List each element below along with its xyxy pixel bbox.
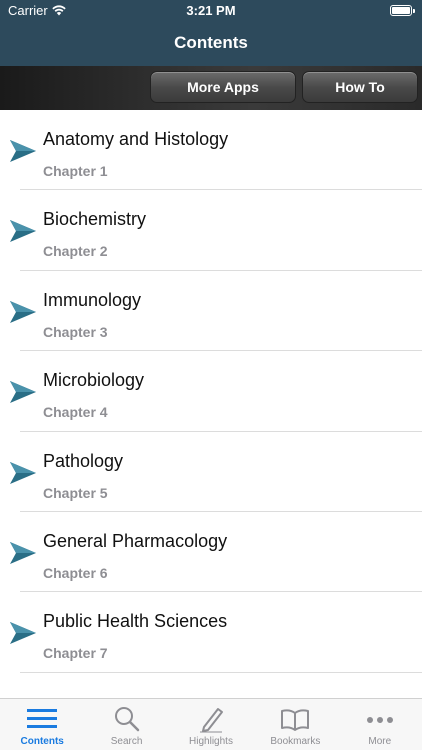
book-icon <box>281 709 310 731</box>
chapter-title: Anatomy and Histology <box>43 129 229 149</box>
chapter-title: Microbiology <box>43 370 145 391</box>
chapter-title: Public Health Sciences <box>43 611 228 632</box>
chapter-subtitle: Chapter 3 <box>43 323 108 340</box>
chapter-subtitle: Chapter 4 <box>43 404 108 421</box>
arrow-icon <box>10 461 36 484</box>
battery-icon <box>390 5 415 16</box>
chapter-title: Biochemistry <box>43 209 147 230</box>
list-item-chapter-6[interactable]: General Pharmacology Chapter 6 <box>0 512 422 593</box>
tab-bar: Contents Search Highlights Bookmarks Mor… <box>0 698 422 750</box>
pencil-icon <box>199 708 223 733</box>
tab-label: Bookmarks <box>270 736 321 747</box>
arrow-icon <box>10 622 36 645</box>
chapter-list: Anatomy and Histology Chapter 1 Biochemi… <box>0 110 422 698</box>
tab-label: More <box>368 736 392 747</box>
tab-highlights[interactable]: Highlights <box>169 699 253 750</box>
list-item-chapter-7[interactable]: Public Health Sciences Chapter 7 <box>0 592 422 673</box>
tab-label: Search <box>110 736 143 747</box>
navigation-bar: Contents <box>0 22 422 66</box>
tab-label: Highlights <box>189 736 233 747</box>
tab-bookmarks[interactable]: Bookmarks <box>253 699 337 750</box>
arrow-icon <box>10 220 36 243</box>
chapter-title: Immunology <box>43 289 142 310</box>
more-apps-button[interactable]: More Apps <box>150 71 296 103</box>
tab-contents[interactable]: Contents <box>0 699 84 750</box>
tab-search[interactable]: Search <box>84 699 168 750</box>
tab-more[interactable]: More <box>338 699 422 750</box>
chapter-subtitle: Chapter 1 <box>43 163 108 179</box>
tab-label: Contents <box>20 736 64 747</box>
chapter-subtitle: Chapter 5 <box>43 484 108 501</box>
list-item-chapter-1[interactable]: Anatomy and Histology Chapter 1 <box>0 110 422 191</box>
chapter-title: Pathology <box>43 450 124 471</box>
divider <box>20 671 422 673</box>
list-icon <box>27 709 58 728</box>
more-icon <box>366 717 393 723</box>
list-item-chapter-4[interactable]: Microbiology Chapter 4 <box>0 351 422 432</box>
chapter-title: General Pharmacology <box>43 530 228 551</box>
chapter-subtitle: Chapter 6 <box>43 564 108 581</box>
arrow-icon <box>10 300 36 323</box>
chapter-subtitle: Chapter 7 <box>43 645 108 662</box>
how-to-button[interactable]: How To <box>302 71 418 103</box>
toolbar: More Apps How To <box>0 66 422 110</box>
arrow-icon <box>10 541 36 564</box>
status-bar: Carrier 3:21 PM <box>0 0 422 22</box>
search-icon <box>114 707 139 732</box>
arrow-icon <box>10 381 36 404</box>
clock-label: 3:21 PM <box>186 3 236 18</box>
arrow-icon <box>10 140 36 162</box>
page-title: Contents <box>174 33 248 52</box>
list-item-chapter-2[interactable]: Biochemistry Chapter 2 <box>0 190 422 271</box>
list-item-chapter-5[interactable]: Pathology Chapter 5 <box>0 432 422 512</box>
chapter-subtitle: Chapter 2 <box>43 243 108 260</box>
list-item-chapter-3[interactable]: Immunology Chapter 3 <box>0 271 422 352</box>
